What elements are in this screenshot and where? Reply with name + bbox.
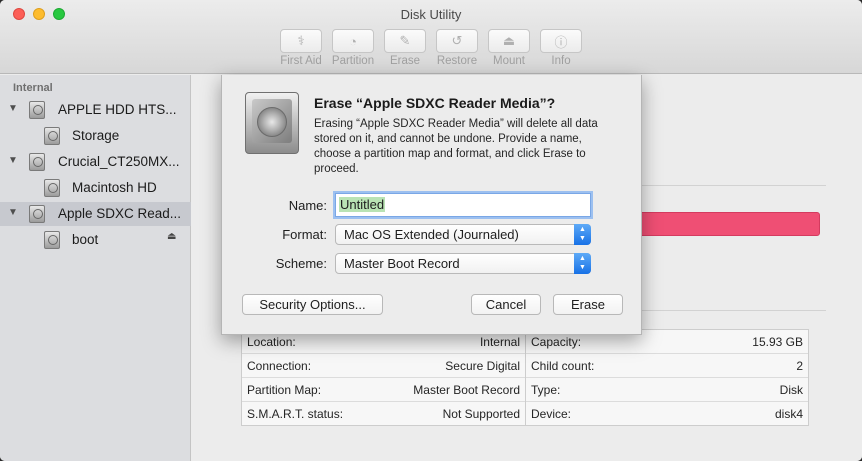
security-options-button[interactable]: Security Options... [242, 294, 383, 315]
info-key: Connection: [247, 359, 312, 373]
disclosure-triangle-icon[interactable]: ▼ [8, 103, 18, 114]
sidebar-item-label: Macintosh HD [72, 180, 157, 195]
toolbar-erase[interactable]: ✎ Erase [382, 29, 428, 67]
format-popup-value: Mac OS Extended (Journaled) [344, 227, 519, 242]
hard-disk-icon [29, 101, 45, 119]
disclosure-triangle-icon[interactable]: ▼ [8, 155, 18, 166]
erase-dialog: Erase “Apple SDXC Reader Media”? Erasing… [221, 75, 642, 335]
toolbar-partition[interactable]: ◔ Partition [330, 29, 376, 67]
info-row-partition-map: Partition Map: Master Boot Record [242, 378, 525, 402]
sidebar-item-apple-sdxc[interactable]: ▼ Apple SDXC Read... [0, 202, 191, 226]
info-row-type: Type: Disk [526, 378, 808, 402]
toolbar-info[interactable]: ⓘ Info [538, 29, 584, 67]
disclosure-triangle-icon[interactable]: ▼ [8, 207, 18, 218]
info-row-device: Device: disk4 [526, 402, 808, 426]
info-column-left: Location: Internal Connection: Secure Di… [242, 330, 526, 425]
sidebar-item-label: Crucial_CT250MX... [58, 154, 180, 169]
device-info-table: Location: Internal Connection: Secure Di… [241, 329, 809, 426]
info-value: Master Boot Record [413, 383, 520, 397]
info-row-smart-status: S.M.A.R.T. status: Not Supported [242, 402, 525, 426]
info-value: 15.93 GB [752, 335, 803, 349]
info-icon: ⓘ [540, 29, 582, 53]
info-key: Location: [247, 335, 296, 349]
sidebar-item-label: boot [72, 232, 99, 247]
sidebar-item-label: APPLE HDD HTS... [58, 102, 177, 117]
name-input-value: Untitled [339, 197, 386, 212]
pie-chart-icon: ◔ [332, 29, 374, 53]
stethoscope-icon: ⚕ [280, 29, 322, 53]
format-label: Format: [282, 227, 327, 242]
eraser-icon: ✎ [384, 29, 426, 53]
name-input[interactable]: Untitled [335, 193, 591, 217]
sd-card-disk-icon [29, 205, 45, 223]
scheme-popup[interactable]: Master Boot Record ▲ ▼ [335, 253, 591, 274]
volume-icon [44, 127, 60, 145]
name-label: Name: [288, 198, 327, 213]
info-key: Type: [531, 383, 561, 397]
sidebar-item-crucial[interactable]: ▼ Crucial_CT250MX... [0, 150, 191, 174]
info-key: Device: [531, 407, 572, 421]
dialog-title: Erase “Apple SDXC Reader Media”? [314, 95, 556, 111]
info-value: 2 [796, 359, 803, 373]
sidebar: Internal ▼ APPLE HDD HTS... Storage ▼ Cr… [0, 75, 191, 461]
toolbar-label: Info [551, 55, 571, 67]
sidebar-item-macintosh-hd[interactable]: Macintosh HD [0, 176, 191, 200]
sidebar-item-boot[interactable]: boot ⏏ [0, 228, 191, 252]
sidebar-item-label: Storage [72, 128, 120, 143]
info-row-connection: Connection: Secure Digital [242, 354, 525, 378]
hard-disk-icon [245, 92, 299, 154]
cancel-button[interactable]: Cancel [471, 294, 541, 315]
mount-icon: ⏏ [488, 29, 530, 53]
info-key: Partition Map: [247, 383, 322, 397]
popup-arrows-icon: ▲ ▼ [574, 253, 591, 274]
hard-disk-icon [29, 153, 45, 171]
info-value: Disk [779, 383, 803, 397]
info-value: Internal [479, 335, 520, 349]
toolbar-mount[interactable]: ⏏ Mount [486, 29, 532, 67]
dialog-message: Erasing “Apple SDXC Reader Media” will d… [314, 118, 598, 175]
toolbar-first-aid[interactable]: ⚕ First Aid [278, 29, 324, 67]
volume-icon [44, 179, 60, 197]
title-bar: Disk Utility ⚕ First Aid ◔ Partition ✎ E… [0, 0, 862, 74]
info-key: Child count: [531, 359, 595, 373]
disk-utility-window: Disk Utility ⚕ First Aid ◔ Partition ✎ E… [0, 0, 862, 461]
info-value: disk4 [774, 407, 803, 421]
restore-arrow-icon: ↺ [436, 29, 478, 53]
info-key: Capacity: [531, 335, 582, 349]
volume-icon [44, 231, 60, 249]
window-title: Disk Utility [400, 7, 462, 22]
sidebar-item-apple-hdd[interactable]: ▼ APPLE HDD HTS... [0, 98, 191, 122]
toolbar-restore[interactable]: ↺ Restore [434, 29, 480, 67]
eject-icon[interactable]: ⏏ [167, 231, 176, 242]
format-popup[interactable]: Mac OS Extended (Journaled) ▲ ▼ [335, 224, 591, 245]
info-value: Secure Digital [445, 359, 520, 373]
sidebar-item-storage[interactable]: Storage [0, 124, 191, 148]
info-key: S.M.A.R.T. status: [247, 407, 344, 421]
info-column-right: Capacity: 15.93 GB Child count: 2 Type: … [526, 330, 808, 425]
info-value: Not Supported [442, 407, 520, 421]
sidebar-item-label: Apple SDXC Read... [58, 206, 182, 221]
scheme-popup-value: Master Boot Record [344, 256, 460, 271]
info-row-child-count: Child count: 2 [526, 354, 808, 378]
erase-button[interactable]: Erase [553, 294, 623, 315]
scheme-label: Scheme: [275, 256, 327, 271]
sidebar-section-header: Internal [13, 82, 53, 94]
popup-arrows-icon: ▲ ▼ [574, 224, 591, 245]
